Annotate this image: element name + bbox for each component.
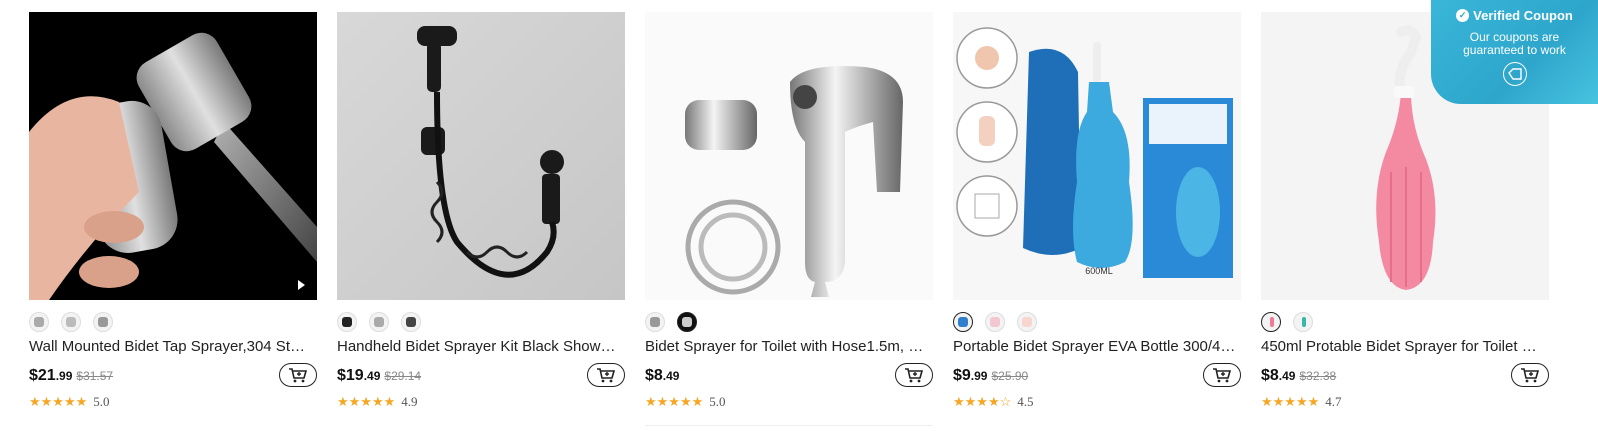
variant-swatches	[1261, 311, 1549, 333]
divider	[645, 425, 933, 426]
variant-swatch[interactable]	[1017, 312, 1037, 332]
coupon-text-line2: guaranteed to work	[1463, 43, 1566, 57]
price-row: $21.99 $31.57	[29, 363, 317, 389]
product-title[interactable]: Bidet Sprayer for Toilet with Hose1.5m, …	[645, 338, 929, 356]
add-to-cart-button[interactable]	[1511, 363, 1549, 387]
rating-value: 4.9	[401, 394, 418, 409]
variant-swatch[interactable]	[677, 312, 697, 332]
price-row: $19.49 $29.14	[337, 363, 625, 389]
product-image[interactable]	[645, 12, 933, 300]
star-rating-icon: ★★★★★	[337, 394, 396, 409]
sprayer-image-illustration	[417, 26, 564, 278]
video-play-icon[interactable]	[298, 280, 305, 290]
variant-swatches	[645, 311, 933, 333]
coupon-tag-icon	[1502, 62, 1527, 86]
star-rating-icon: ★★★★★	[1261, 394, 1320, 409]
price-row: $8.49 $32.38	[1261, 363, 1549, 389]
product-price: $9.99	[953, 367, 988, 384]
product-price: $19.49	[337, 367, 381, 384]
verified-coupon-badge[interactable]: ✓ Verified Coupon Our coupons are guaran…	[1431, 0, 1598, 104]
variant-swatch[interactable]	[401, 312, 421, 332]
product-card[interactable]: Wall Mounted Bidet Tap Sprayer,304 Stain…	[29, 12, 317, 410]
original-price: $31.57	[76, 369, 114, 383]
variant-swatch[interactable]	[337, 312, 357, 332]
variant-swatch[interactable]	[369, 312, 389, 332]
original-price: $25.90	[991, 369, 1029, 383]
price-row: $8.49	[645, 363, 933, 389]
add-to-cart-button[interactable]	[587, 363, 625, 387]
rating-row: ★★★★★ 4.7	[1261, 394, 1549, 410]
bottle-image-illustration: 600ML	[956, 27, 1233, 278]
product-card[interactable]: Handheld Bidet Sprayer Kit Black Shower …	[337, 12, 625, 410]
original-price: $29.14	[384, 369, 422, 383]
variant-swatches	[337, 311, 625, 333]
coupon-header: ✓ Verified Coupon	[1431, 8, 1598, 23]
cart-icon	[905, 368, 924, 383]
cart-icon	[1521, 368, 1540, 383]
coupon-text-line1: Our coupons are	[1469, 30, 1560, 44]
variant-swatch[interactable]	[1293, 312, 1313, 332]
rating-row: ★★★★★ 4.9	[337, 394, 625, 410]
price-row: $9.99 $25.90	[953, 363, 1241, 389]
product-card[interactable]: Bidet Sprayer for Toilet with Hose1.5m, …	[645, 12, 933, 410]
original-price: $32.38	[1299, 369, 1337, 383]
sprayer-image-illustration	[685, 66, 903, 297]
rating-value: 5.0	[709, 394, 726, 409]
variant-swatch[interactable]	[61, 312, 81, 332]
add-to-cart-button[interactable]	[279, 363, 317, 387]
product-title[interactable]: Wall Mounted Bidet Tap Sprayer,304 Stain…	[29, 338, 313, 356]
rating-value: 5.0	[93, 394, 110, 409]
product-image[interactable]: 600ML	[953, 12, 1241, 300]
product-card[interactable]: 600ML Portable Bidet Sprayer EVA Bottle …	[953, 12, 1241, 410]
variant-swatch[interactable]	[953, 312, 973, 332]
cart-icon	[1213, 368, 1232, 383]
star-rating-icon: ★★★★☆	[953, 394, 1012, 409]
product-price: $8.49	[645, 367, 680, 384]
product-grid: Wall Mounted Bidet Tap Sprayer,304 Stain…	[29, 12, 1549, 410]
rating-value: 4.7	[1325, 394, 1342, 409]
check-circle-icon: ✓	[1456, 9, 1470, 22]
sprayer-image-illustration	[29, 32, 317, 300]
coupon-title: Verified Coupon	[1473, 8, 1573, 23]
product-title[interactable]: Handheld Bidet Sprayer Kit Black Shower …	[337, 338, 621, 356]
product-price: $21.99	[29, 367, 73, 384]
variant-swatch[interactable]	[985, 312, 1005, 332]
variant-swatch[interactable]	[93, 312, 113, 332]
cart-icon	[289, 368, 308, 383]
rating-row: ★★★★★ 5.0	[29, 394, 317, 410]
product-title[interactable]: Portable Bidet Sprayer EVA Bottle 300/40…	[953, 338, 1237, 356]
add-to-cart-button[interactable]	[895, 363, 933, 387]
product-image[interactable]	[337, 12, 625, 300]
variant-swatch[interactable]	[29, 312, 49, 332]
product-title[interactable]: 450ml Protable Bidet Sprayer for Toilet …	[1261, 338, 1545, 356]
rating-value: 4.5	[1017, 394, 1034, 409]
star-rating-icon: ★★★★★	[645, 394, 704, 409]
variant-swatch[interactable]	[645, 312, 665, 332]
rating-row: ★★★★☆ 4.5	[953, 394, 1241, 410]
star-rating-icon: ★★★★★	[29, 394, 88, 409]
variant-swatches	[29, 311, 317, 333]
rating-row: ★★★★★ 5.0	[645, 394, 933, 410]
product-price: $8.49	[1261, 367, 1296, 384]
svg-text:600ML: 600ML	[1085, 266, 1113, 276]
product-image[interactable]	[29, 12, 317, 300]
variant-swatches	[953, 311, 1241, 333]
cart-icon	[597, 368, 616, 383]
variant-swatch[interactable]	[1261, 312, 1281, 332]
add-to-cart-button[interactable]	[1203, 363, 1241, 387]
